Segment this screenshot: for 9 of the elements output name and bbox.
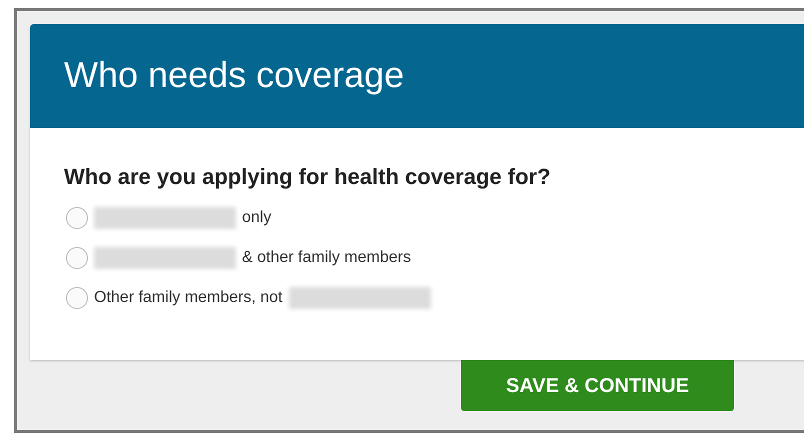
radio-button[interactable] (66, 207, 88, 229)
question-text: Who are you applying for health coverage for? (64, 166, 552, 188)
radio-button[interactable] (66, 247, 88, 269)
option-label: only (242, 208, 272, 228)
radio-button[interactable] (66, 287, 88, 309)
page-title: Who needs coverage (64, 57, 404, 95)
save-continue-button[interactable]: SAVE & CONTINUE (461, 360, 734, 411)
option-label: Other family members, not (94, 288, 282, 308)
option-label: & other family members (242, 248, 411, 268)
